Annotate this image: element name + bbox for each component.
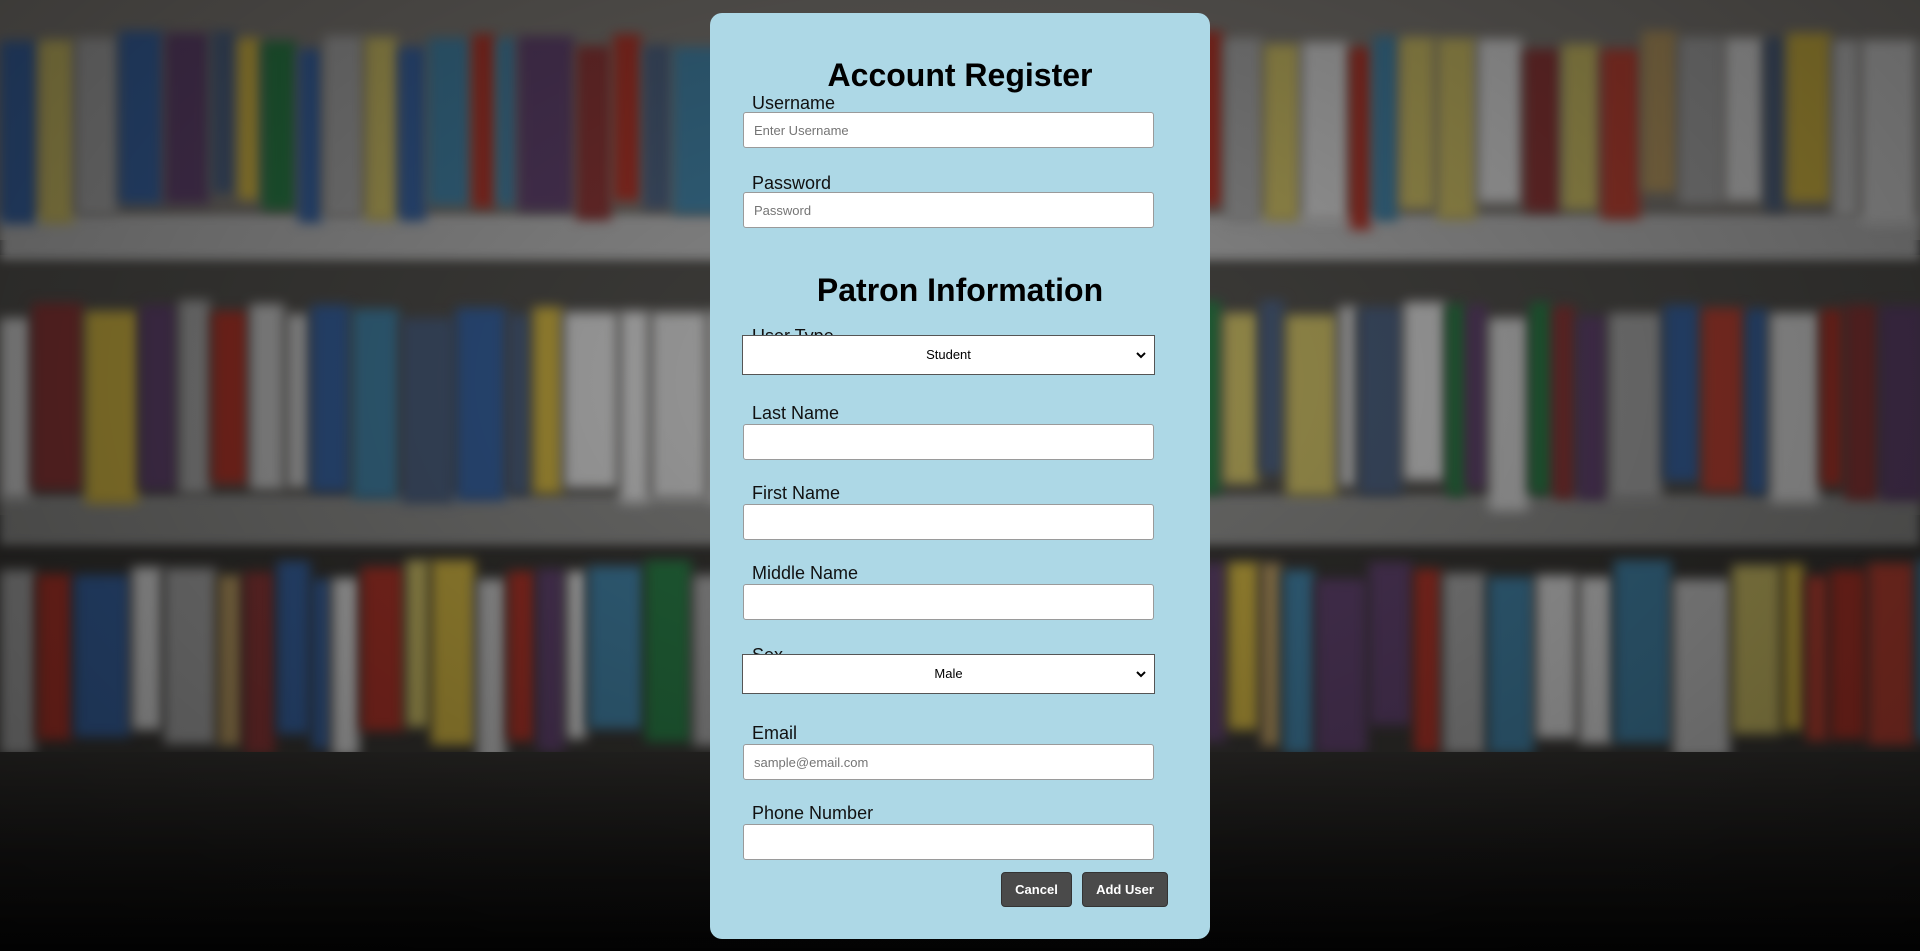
user-type-select[interactable]: Student [742,335,1155,375]
last-name-label: Last Name [752,403,840,423]
last-name-input[interactable] [743,424,1154,460]
phone-number-label: Phone Number [752,803,874,823]
username-label: Username [752,93,836,113]
register-form-panel: Account Register Username Password Patro… [710,13,1210,939]
middle-name-input[interactable] [743,584,1154,620]
user-type-selected-value: Student [926,347,971,362]
email-input[interactable] [743,744,1154,780]
phone-number-input[interactable] [743,824,1154,860]
chevron-down-icon [1136,671,1146,678]
sex-selected-value: Male [934,666,963,681]
chevron-down-icon [1136,352,1146,359]
middle-name-label: Middle Name [752,563,859,583]
sex-select[interactable]: Male [742,654,1155,694]
email-label: Email [752,723,798,743]
cancel-button[interactable]: Cancel [1001,872,1072,907]
password-label: Password [752,173,832,193]
patron-information-title: Patron Information [816,272,1104,308]
add-user-button[interactable]: Add User [1082,872,1168,907]
account-register-title: Account Register [827,57,1093,93]
username-input[interactable] [743,112,1154,148]
first-name-input[interactable] [743,504,1154,540]
password-input[interactable] [743,192,1154,228]
first-name-label: First Name [752,483,841,503]
